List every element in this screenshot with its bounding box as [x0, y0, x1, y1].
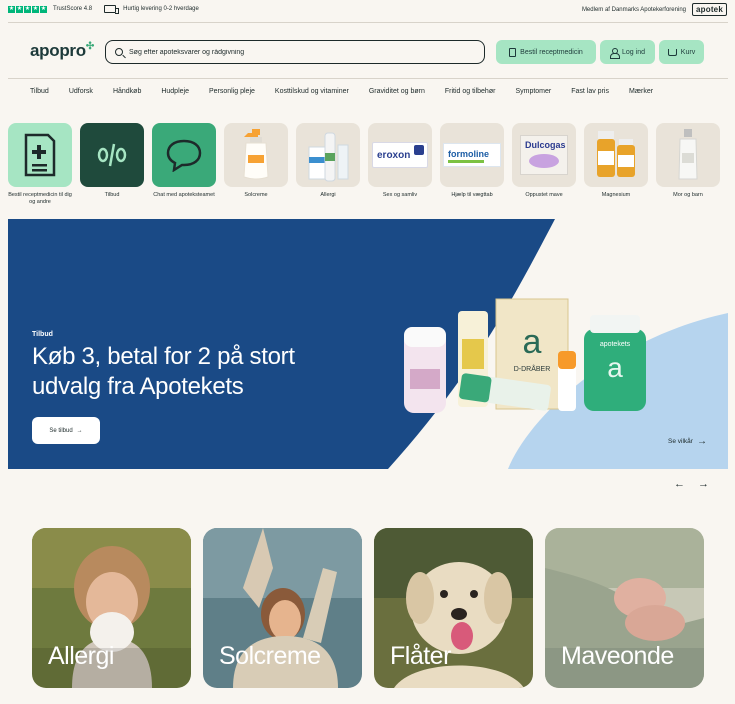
search-input[interactable]	[129, 48, 469, 56]
divider	[8, 22, 728, 23]
nav-item-fast-lav-pris[interactable]: Fast lav pris	[571, 88, 609, 95]
hero-banner[interactable]: a D-DRÅBER apotekets a Tilbud Køb 3, bet…	[8, 219, 728, 469]
delivery-text: Hurtig levering 0-2 hverdage	[123, 6, 199, 12]
eroxon-box-image: eroxon	[372, 142, 428, 168]
chat-bubble-icon	[166, 139, 202, 172]
svg-text:D-DRÅBER: D-DRÅBER	[514, 364, 551, 373]
truck-icon	[104, 5, 120, 14]
member-text: Medlem af Danmarks Apotekerforening	[581, 6, 686, 13]
search-icon	[115, 48, 123, 56]
star-icon: ★	[8, 5, 15, 13]
category-mor-og-barn[interactable]: Mor og barn	[656, 123, 720, 199]
category-prescription[interactable]: Bestil receptmedicin til dig og andre	[8, 123, 72, 206]
category-label: Sex og samliv	[382, 192, 418, 198]
svg-text:a: a	[523, 323, 542, 361]
category-label: Tilbud	[104, 192, 120, 198]
baby-product-image	[678, 129, 698, 180]
see-offers-button[interactable]: Se tilbud →	[32, 417, 100, 444]
prescription-document-icon	[24, 133, 56, 177]
promo-card-allergi[interactable]: Allergi	[32, 528, 191, 688]
cart-button[interactable]: Kurv	[659, 40, 704, 64]
promo-label: Allergi	[48, 642, 114, 670]
svg-text:apotekets: apotekets	[600, 341, 631, 348]
star-icon: ★	[40, 5, 47, 13]
percent-icon	[97, 143, 127, 167]
login-button-label: Log ind	[622, 48, 645, 56]
category-label: Hjælp til vægttab	[451, 192, 493, 198]
star-icon: ★	[16, 5, 23, 13]
see-offers-label: Se tilbud	[49, 427, 73, 434]
category-label: Bestil receptmedicin til dig og andre	[8, 192, 72, 205]
carousel-next-button[interactable]: →	[698, 478, 709, 490]
prescription-icon	[509, 47, 517, 57]
nav-item-hudpleje[interactable]: Hudpleje	[161, 88, 189, 95]
category-label: Chat med apoteksteamet	[153, 192, 215, 198]
arrow-right-icon: →	[76, 427, 83, 434]
promo-label: Flåter	[390, 642, 451, 670]
formoline-box-image: formoline	[443, 143, 501, 167]
arrow-right-icon: →	[696, 436, 707, 447]
divider	[8, 78, 728, 79]
nav-item-kosttilskud[interactable]: Kosttilskud og vitaminer	[275, 88, 349, 95]
category-tilbud[interactable]: Tilbud	[80, 123, 144, 199]
category-sex-og-samliv[interactable]: eroxon Sex og samliv	[368, 123, 432, 199]
allergy-product-image	[308, 132, 349, 182]
category-label: Magnesium	[601, 192, 631, 198]
sunscreen-bottle-image	[243, 129, 269, 180]
search-bar[interactable]	[105, 40, 485, 64]
category-label: Allergi	[320, 192, 336, 198]
category-label: Oppustet mave	[525, 192, 563, 198]
svg-text:a: a	[607, 352, 623, 383]
cart-icon	[667, 48, 677, 56]
trustpilot-stars[interactable]: ★ ★ ★ ★ ★	[8, 5, 47, 13]
dulcogas-box-image: Dulcogas	[520, 135, 568, 175]
hero-title: Køb 3, betal for 2 på stort udvalg fra A…	[32, 343, 295, 400]
nav-item-tilbud[interactable]: Tilbud	[30, 88, 49, 95]
prescription-button[interactable]: Bestil receptmedicin	[496, 40, 596, 64]
nav-item-maerker[interactable]: Mærker	[629, 88, 653, 95]
carousel-prev-button[interactable]: ←	[674, 478, 685, 490]
main-nav: Tilbud Udforsk Håndkøb Hudpleje Personli…	[30, 88, 653, 95]
apotek-logo[interactable]: apotek	[692, 3, 727, 16]
terms-label: Se vilkår	[668, 438, 693, 445]
promo-label: Solcreme	[219, 642, 321, 670]
category-label: Solcreme	[244, 192, 268, 198]
category-oppustet-mave[interactable]: Dulcogas Oppustet mave	[512, 123, 576, 199]
nav-item-udforsk[interactable]: Udforsk	[69, 88, 93, 95]
trustscore-text[interactable]: TrustScore 4.8	[53, 6, 92, 12]
category-magnesium[interactable]: Magnesium	[584, 123, 648, 199]
login-button[interactable]: Log ind	[600, 40, 655, 64]
user-icon	[610, 47, 621, 59]
prescription-button-label: Bestil receptmedicin	[520, 48, 583, 56]
nav-item-symptomer[interactable]: Symptomer	[515, 88, 551, 95]
magnesium-bottles-image	[597, 131, 635, 177]
promo-card-flaater[interactable]: Flåter	[374, 528, 533, 688]
category-solcreme[interactable]: Solcreme	[224, 123, 288, 199]
cart-button-label: Kurv	[680, 48, 696, 56]
apopro-logo[interactable]: apopro✣	[30, 41, 94, 61]
category-vaegttab[interactable]: formoline Hjælp til vægttab	[440, 123, 504, 199]
star-icon: ★	[32, 5, 39, 13]
promo-card-solcreme[interactable]: Solcreme	[203, 528, 362, 688]
category-chat[interactable]: Chat med apoteksteamet	[152, 123, 216, 199]
star-icon: ★	[24, 5, 31, 13]
category-allergi[interactable]: Allergi	[296, 123, 360, 199]
hero-tag: Tilbud	[32, 331, 53, 338]
top-bar: ★ ★ ★ ★ ★ TrustScore 4.8 Hurtig levering…	[0, 0, 735, 20]
promo-label: Maveonde	[561, 642, 674, 670]
category-label: Mor og barn	[673, 192, 703, 198]
terms-link[interactable]: Se vilkår →	[668, 436, 707, 447]
promo-card-maveonde[interactable]: Maveonde	[545, 528, 704, 688]
nav-item-graviditet[interactable]: Graviditet og børn	[369, 88, 425, 95]
nav-item-personlig-pleje[interactable]: Personlig pleje	[209, 88, 255, 95]
sparkle-icon: ✣	[85, 41, 94, 52]
nav-item-fritid[interactable]: Fritid og tilbehør	[445, 88, 496, 95]
nav-item-haandkoeb[interactable]: Håndkøb	[113, 88, 141, 95]
